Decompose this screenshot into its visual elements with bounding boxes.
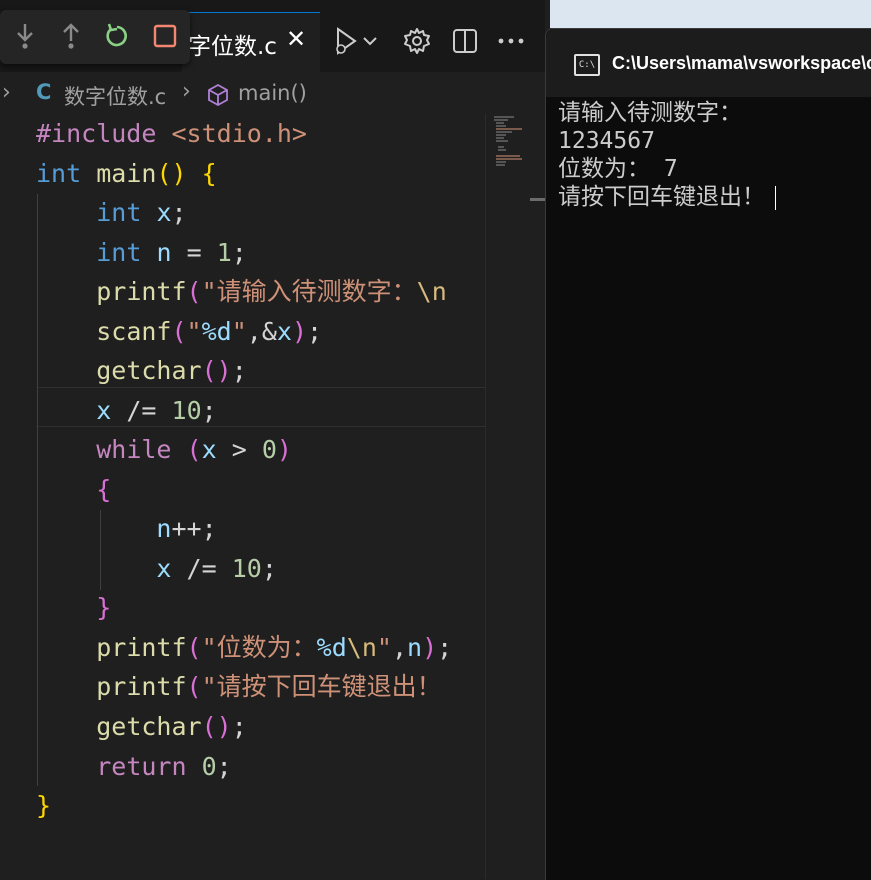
c-file-icon: C: [36, 80, 52, 104]
breadcrumb: › C 数字位数.c › main(): [0, 78, 545, 112]
code-line: while (x > 0): [96, 435, 292, 464]
terminal-title: C:\Users\mama\vsworkspace\c: [612, 53, 871, 73]
code-line: #include <stdio.h>: [36, 119, 307, 148]
code-line: printf("位数为：%d\n",n);: [96, 633, 453, 662]
close-tab-icon[interactable]: ✕: [286, 25, 306, 53]
text-cursor: [775, 185, 776, 210]
breadcrumb-separator: ›: [182, 79, 191, 104]
terminal-line: 请输入待测数字：: [558, 100, 742, 126]
chevron-right-icon[interactable]: ›: [2, 80, 11, 105]
minimap[interactable]: [485, 114, 546, 879]
code-line: int x;: [96, 198, 187, 227]
terminal-titlebar[interactable]: C:\ C:\Users\mama\vsworkspace\c: [546, 29, 871, 97]
terminal-line: 请按下回车键退出！: [558, 183, 776, 211]
desktop-background: [550, 0, 871, 28]
code-line: printf("请按下回车键退出！: [96, 672, 442, 701]
step-over-icon[interactable]: [10, 20, 40, 52]
code-line: }: [36, 791, 52, 820]
code-area[interactable]: #include <stdio.h> int main() { int x; i…: [0, 114, 485, 879]
symbol-method-icon: [206, 83, 230, 112]
code-line: scanf("%d",&x);: [96, 317, 323, 346]
settings-icon[interactable]: [400, 24, 434, 58]
scrollbar-marker: [530, 198, 545, 201]
code-line: {: [96, 475, 112, 504]
code-line: n++;: [156, 514, 217, 543]
code-line: printf("请输入待测数字：\n: [96, 277, 447, 306]
run-debug-icon[interactable]: [328, 24, 362, 58]
terminal-line: 位数为： 7: [558, 156, 678, 182]
code-line: }: [96, 593, 112, 622]
breadcrumb-file[interactable]: 数字位数.c: [64, 81, 166, 111]
terminal-prompt-text: 请按下回车键退出！: [558, 184, 765, 210]
terminal-window[interactable]: C:\ C:\Users\mama\vsworkspace\c 请输入待测数字：…: [545, 28, 871, 880]
tab-label: 字位数.c: [188, 34, 277, 60]
code-line: x /= 10;: [96, 396, 217, 425]
breadcrumb-symbol[interactable]: main(): [238, 81, 307, 105]
code-line: int n = 1;: [96, 238, 247, 267]
debug-toolbar: [0, 10, 190, 64]
terminal-icon: C:\: [574, 54, 600, 76]
chevron-down-icon[interactable]: [360, 24, 380, 58]
restart-icon[interactable]: [102, 20, 132, 52]
step-out-icon[interactable]: [56, 20, 86, 52]
code-editor: 字位数.c ✕ › C 数字位数.c › main() #include <st…: [0, 0, 546, 879]
code-line: getchar();: [96, 712, 247, 741]
terminal-output[interactable]: 请输入待测数字： 1234567 位数为： 7 请按下回车键退出！: [558, 99, 776, 211]
code-line: x /= 10;: [156, 554, 277, 583]
editor-tab[interactable]: 字位数.c ✕: [182, 12, 320, 73]
stop-icon[interactable]: [150, 20, 180, 52]
more-actions-icon[interactable]: [494, 24, 528, 58]
code-line: int main() {: [36, 159, 217, 188]
terminal-line: 1234567: [558, 128, 655, 154]
split-editor-icon[interactable]: [448, 24, 482, 58]
code-line: return 0;: [96, 752, 232, 781]
code-line: getchar();: [96, 356, 247, 385]
